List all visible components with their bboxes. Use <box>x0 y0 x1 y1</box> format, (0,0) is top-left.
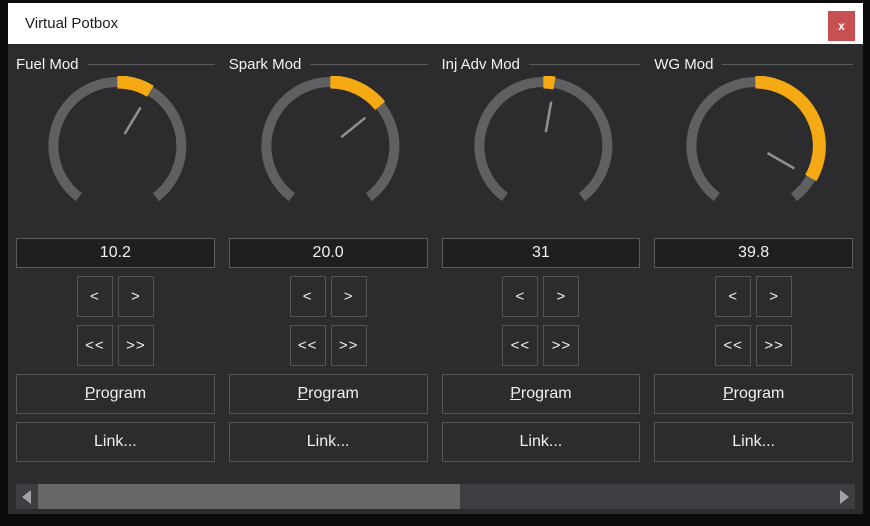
step-up-button[interactable]: > <box>330 276 367 317</box>
close-button[interactable]: x <box>828 11 855 41</box>
group-header-rule <box>722 63 853 65</box>
link-button[interactable]: Link... <box>441 422 641 462</box>
spin-row-large: << >> <box>654 325 853 366</box>
program-button-label: Program <box>510 385 572 402</box>
group-header: Inj Adv Mod <box>442 54 641 74</box>
program-button-label: Program <box>297 385 359 402</box>
group-header: WG Mod <box>654 54 853 74</box>
group-header: Spark Mod <box>229 54 428 74</box>
spin-row-small: < > <box>654 276 853 317</box>
link-button-label: Link... <box>732 433 775 450</box>
pot-value-field[interactable] <box>16 238 215 268</box>
link-button[interactable]: Link... <box>16 422 215 462</box>
knob-gauge[interactable] <box>229 76 428 224</box>
horizontal-scrollbar <box>16 484 855 509</box>
step-up-button[interactable]: > <box>543 276 580 317</box>
link-button-label: Link... <box>306 433 350 450</box>
step-up-fast-button[interactable]: >> <box>117 325 154 366</box>
pot-name-label: WG Mod <box>654 55 714 73</box>
step-down-button[interactable]: < <box>502 276 539 317</box>
step-down-button[interactable]: < <box>289 276 326 317</box>
pot-value-field[interactable] <box>441 238 641 268</box>
scrollbar-track[interactable] <box>37 484 834 509</box>
spin-row-large: << >> <box>16 325 215 366</box>
pot-column-wg-mod: WG Mod < > << >> Program <box>654 54 853 462</box>
program-button-label: Program <box>84 385 147 402</box>
pot-value-field[interactable] <box>228 238 428 268</box>
step-up-fast-button[interactable]: >> <box>756 325 793 366</box>
pot-column-fuel-mod: Fuel Mod < > << >> Program <box>16 54 215 462</box>
client-area: Fuel Mod < > << >> Program <box>8 44 863 514</box>
scroll-right-button[interactable] <box>834 484 855 509</box>
knob-gauge[interactable] <box>654 76 853 224</box>
window-title: Virtual Potbox <box>25 15 119 32</box>
link-button-label: Link... <box>94 433 137 450</box>
program-button[interactable]: Program <box>654 374 853 414</box>
titlebar[interactable]: Virtual Potbox x <box>8 3 863 44</box>
spin-row-small: < > <box>229 276 428 317</box>
knob-gauge-svg <box>48 76 187 202</box>
pot-name-label: Spark Mod <box>228 55 302 73</box>
link-button-label: Link... <box>519 433 563 450</box>
group-header: Fuel Mod <box>16 54 215 74</box>
program-button[interactable]: Program <box>16 374 215 414</box>
spin-row-small: < > <box>16 276 215 317</box>
arrow-right-icon <box>840 489 849 504</box>
program-button[interactable]: Program <box>228 374 428 414</box>
group-header-rule <box>528 63 641 65</box>
step-up-fast-button[interactable]: >> <box>543 325 580 366</box>
scrollbar-thumb[interactable] <box>38 484 460 509</box>
group-header-rule <box>310 63 428 65</box>
step-up-fast-button[interactable]: >> <box>330 325 367 366</box>
scroll-left-button[interactable] <box>16 484 37 509</box>
group-header-rule <box>87 63 215 65</box>
step-down-fast-button[interactable]: << <box>502 325 539 366</box>
step-up-button[interactable]: > <box>756 276 793 317</box>
knob-gauge-svg <box>686 76 827 202</box>
close-icon: x <box>838 19 845 33</box>
step-down-button[interactable]: < <box>715 276 752 317</box>
step-down-fast-button[interactable]: << <box>289 325 326 366</box>
link-button[interactable]: Link... <box>654 422 853 462</box>
spin-row-large: << >> <box>442 325 641 366</box>
program-button[interactable]: Program <box>441 374 641 414</box>
link-button[interactable]: Link... <box>228 422 428 462</box>
pot-column-inj-adv-mod: Inj Adv Mod < > << >> Program <box>441 54 641 462</box>
pot-column-spark-mod: Spark Mod < > << >> Program <box>228 54 428 462</box>
arrow-left-icon <box>22 489 31 504</box>
pot-value-field[interactable] <box>654 238 853 268</box>
spin-row-large: << >> <box>229 325 428 366</box>
pot-name-label: Inj Adv Mod <box>441 55 520 73</box>
knob-gauge-svg <box>473 76 612 202</box>
knob-gauge-svg <box>261 76 400 202</box>
step-down-button[interactable]: < <box>76 276 113 317</box>
pot-name-label: Fuel Mod <box>16 55 79 73</box>
step-down-fast-button[interactable]: << <box>76 325 113 366</box>
virtual-potbox-window: Virtual Potbox x Fuel Mod < > <box>0 0 870 526</box>
step-up-button[interactable]: > <box>117 276 154 317</box>
knob-gauge[interactable] <box>442 76 641 224</box>
pot-columns: Fuel Mod < > << >> Program <box>16 54 853 462</box>
knob-gauge[interactable] <box>16 76 215 224</box>
step-down-fast-button[interactable]: << <box>715 325 752 366</box>
program-button-label: Program <box>722 385 785 402</box>
spin-row-small: < > <box>442 276 641 317</box>
